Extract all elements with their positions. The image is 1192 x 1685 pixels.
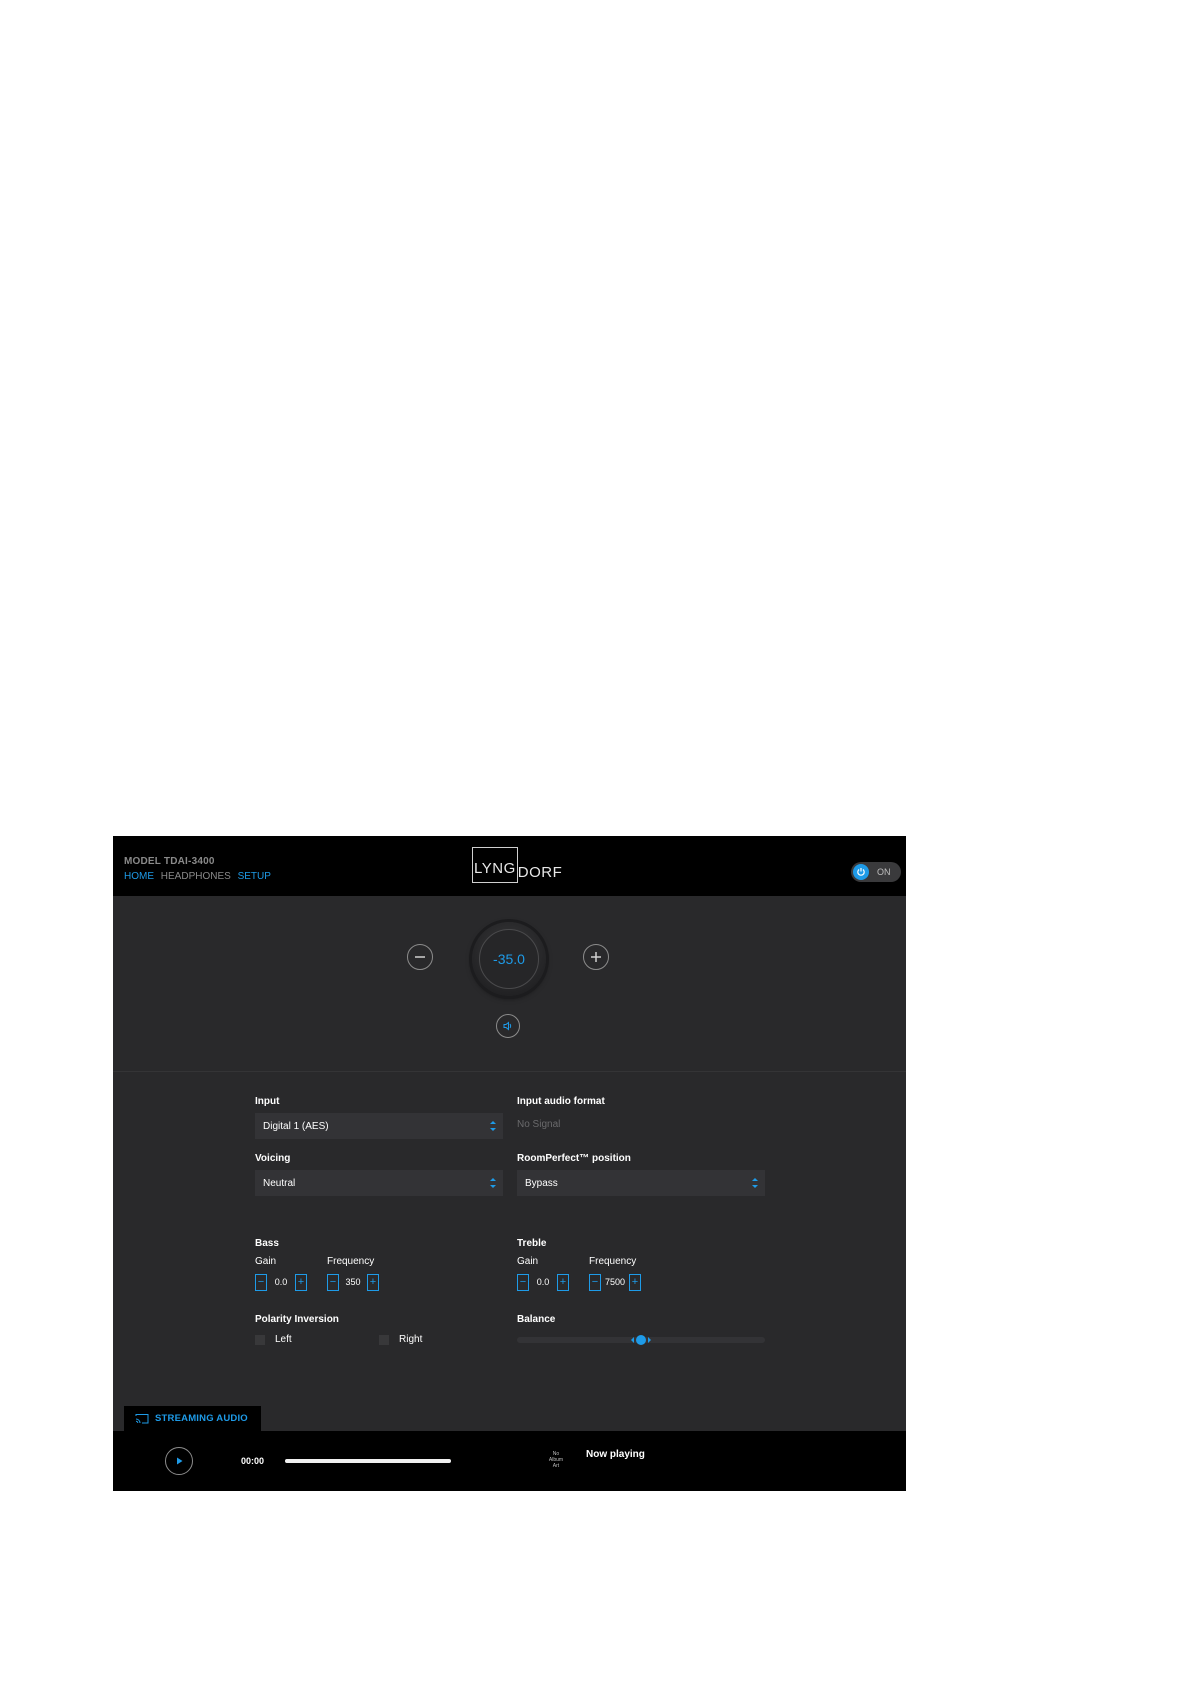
input-select[interactable]: Digital 1 (AES) <box>255 1113 503 1139</box>
album-art-placeholder: No Album Art <box>548 1451 564 1469</box>
header-bar: MODEL TDAI-3400 HOME HEADPHONES SETUP LY… <box>113 836 906 896</box>
logo-tail-text: DORF <box>517 863 563 881</box>
volume-down-button[interactable] <box>407 944 433 970</box>
streaming-audio-tab-label: STREAMING AUDIO <box>155 1413 248 1424</box>
input-select-value: Digital 1 (AES) <box>263 1120 329 1132</box>
polarity-label: Polarity Inversion <box>255 1314 339 1325</box>
balance-label: Balance <box>517 1314 556 1325</box>
input-format-value: No Signal <box>517 1119 561 1130</box>
volume-section: -35.0 <box>113 896 906 1072</box>
speaker-icon <box>503 1021 512 1031</box>
balance-slider-handle[interactable] <box>629 1334 653 1346</box>
roomperfect-select-value: Bypass <box>525 1177 558 1189</box>
treble-gain-label: Gain <box>517 1256 539 1267</box>
treble-label: Treble <box>517 1238 547 1249</box>
treble-frequency-increase[interactable]: + <box>629 1273 641 1291</box>
treble-frequency-decrease[interactable]: − <box>589 1273 601 1291</box>
mute-button[interactable] <box>496 1014 520 1038</box>
voicing-select-value: Neutral <box>263 1177 296 1189</box>
roomperfect-label: RoomPerfect™ position <box>517 1153 631 1164</box>
bass-gain-increase[interactable]: + <box>295 1273 307 1291</box>
main-nav: HOME HEADPHONES SETUP <box>124 871 275 882</box>
updown-arrows-icon <box>752 1178 758 1188</box>
bass-gain-label: Gain <box>255 1256 277 1267</box>
logo-box: LYNG <box>472 847 518 883</box>
treble-frequency-stepper: − 7500 + <box>589 1273 641 1291</box>
nav-setup[interactable]: SETUP <box>238 871 271 882</box>
power-label: ON <box>877 867 891 877</box>
input-label: Input <box>255 1096 280 1107</box>
bass-gain-decrease[interactable]: − <box>255 1273 267 1291</box>
elapsed-time: 00:00 <box>241 1456 265 1466</box>
roomperfect-select[interactable]: Bypass <box>517 1170 765 1196</box>
brand-logo: LYNG DORF <box>472 846 562 884</box>
polarity-right-label: Right <box>399 1334 423 1345</box>
bass-frequency-label: Frequency <box>327 1256 375 1267</box>
minus-icon <box>415 956 425 958</box>
polarity-left-checkbox[interactable] <box>255 1335 265 1345</box>
polarity-left-label: Left <box>275 1334 292 1345</box>
nav-home[interactable]: HOME <box>124 871 154 882</box>
nav-headphones[interactable]: HEADPHONES <box>161 871 231 882</box>
balance-slider[interactable] <box>517 1334 765 1346</box>
streaming-audio-tab[interactable]: STREAMING AUDIO <box>124 1406 261 1431</box>
volume-up-button[interactable] <box>583 944 609 970</box>
power-icon <box>857 868 865 876</box>
treble-gain-stepper: − 0.0 + <box>517 1273 569 1291</box>
treble-gain-increase[interactable]: + <box>557 1273 569 1291</box>
treble-gain-value: 0.0 <box>536 1277 550 1287</box>
bass-label: Bass <box>255 1238 279 1249</box>
voicing-label: Voicing <box>255 1153 291 1164</box>
amplifier-app: MODEL TDAI-3400 HOME HEADPHONES SETUP LY… <box>113 836 906 1491</box>
bass-frequency-increase[interactable]: + <box>367 1273 379 1291</box>
treble-frequency-value: 7500 <box>604 1277 626 1287</box>
progress-fill <box>285 1459 451 1463</box>
progress-bar[interactable] <box>285 1459 451 1463</box>
plus-icon <box>591 952 601 962</box>
bass-frequency-value: 350 <box>345 1277 361 1287</box>
bass-frequency-decrease[interactable]: − <box>327 1273 339 1291</box>
power-toggle[interactable]: ON <box>851 862 901 882</box>
play-button[interactable] <box>165 1447 193 1475</box>
bass-gain-stepper: − 0.0 + <box>255 1273 307 1291</box>
cast-icon <box>135 1414 149 1424</box>
logo-boxed-text: LYNG <box>474 860 516 877</box>
volume-display: -35.0 <box>479 929 539 989</box>
bass-frequency-stepper: − 350 + <box>327 1273 379 1291</box>
now-playing-label: Now playing <box>586 1449 645 1460</box>
bass-gain-value: 0.0 <box>274 1277 288 1287</box>
polarity-right-checkbox[interactable] <box>379 1335 389 1345</box>
updown-arrows-icon <box>490 1121 496 1131</box>
input-format-label: Input audio format <box>517 1096 605 1107</box>
updown-arrows-icon <box>490 1178 496 1188</box>
treble-gain-decrease[interactable]: − <box>517 1273 529 1291</box>
power-knob <box>853 864 869 880</box>
voicing-select[interactable]: Neutral <box>255 1170 503 1196</box>
player-bar: 00:00 No Album Art Now playing <box>113 1431 906 1491</box>
model-name: MODEL TDAI-3400 <box>124 856 215 867</box>
volume-value: -35.0 <box>493 951 525 967</box>
treble-frequency-label: Frequency <box>589 1256 637 1267</box>
volume-knob[interactable]: -35.0 <box>472 922 546 996</box>
play-icon <box>177 1457 183 1465</box>
